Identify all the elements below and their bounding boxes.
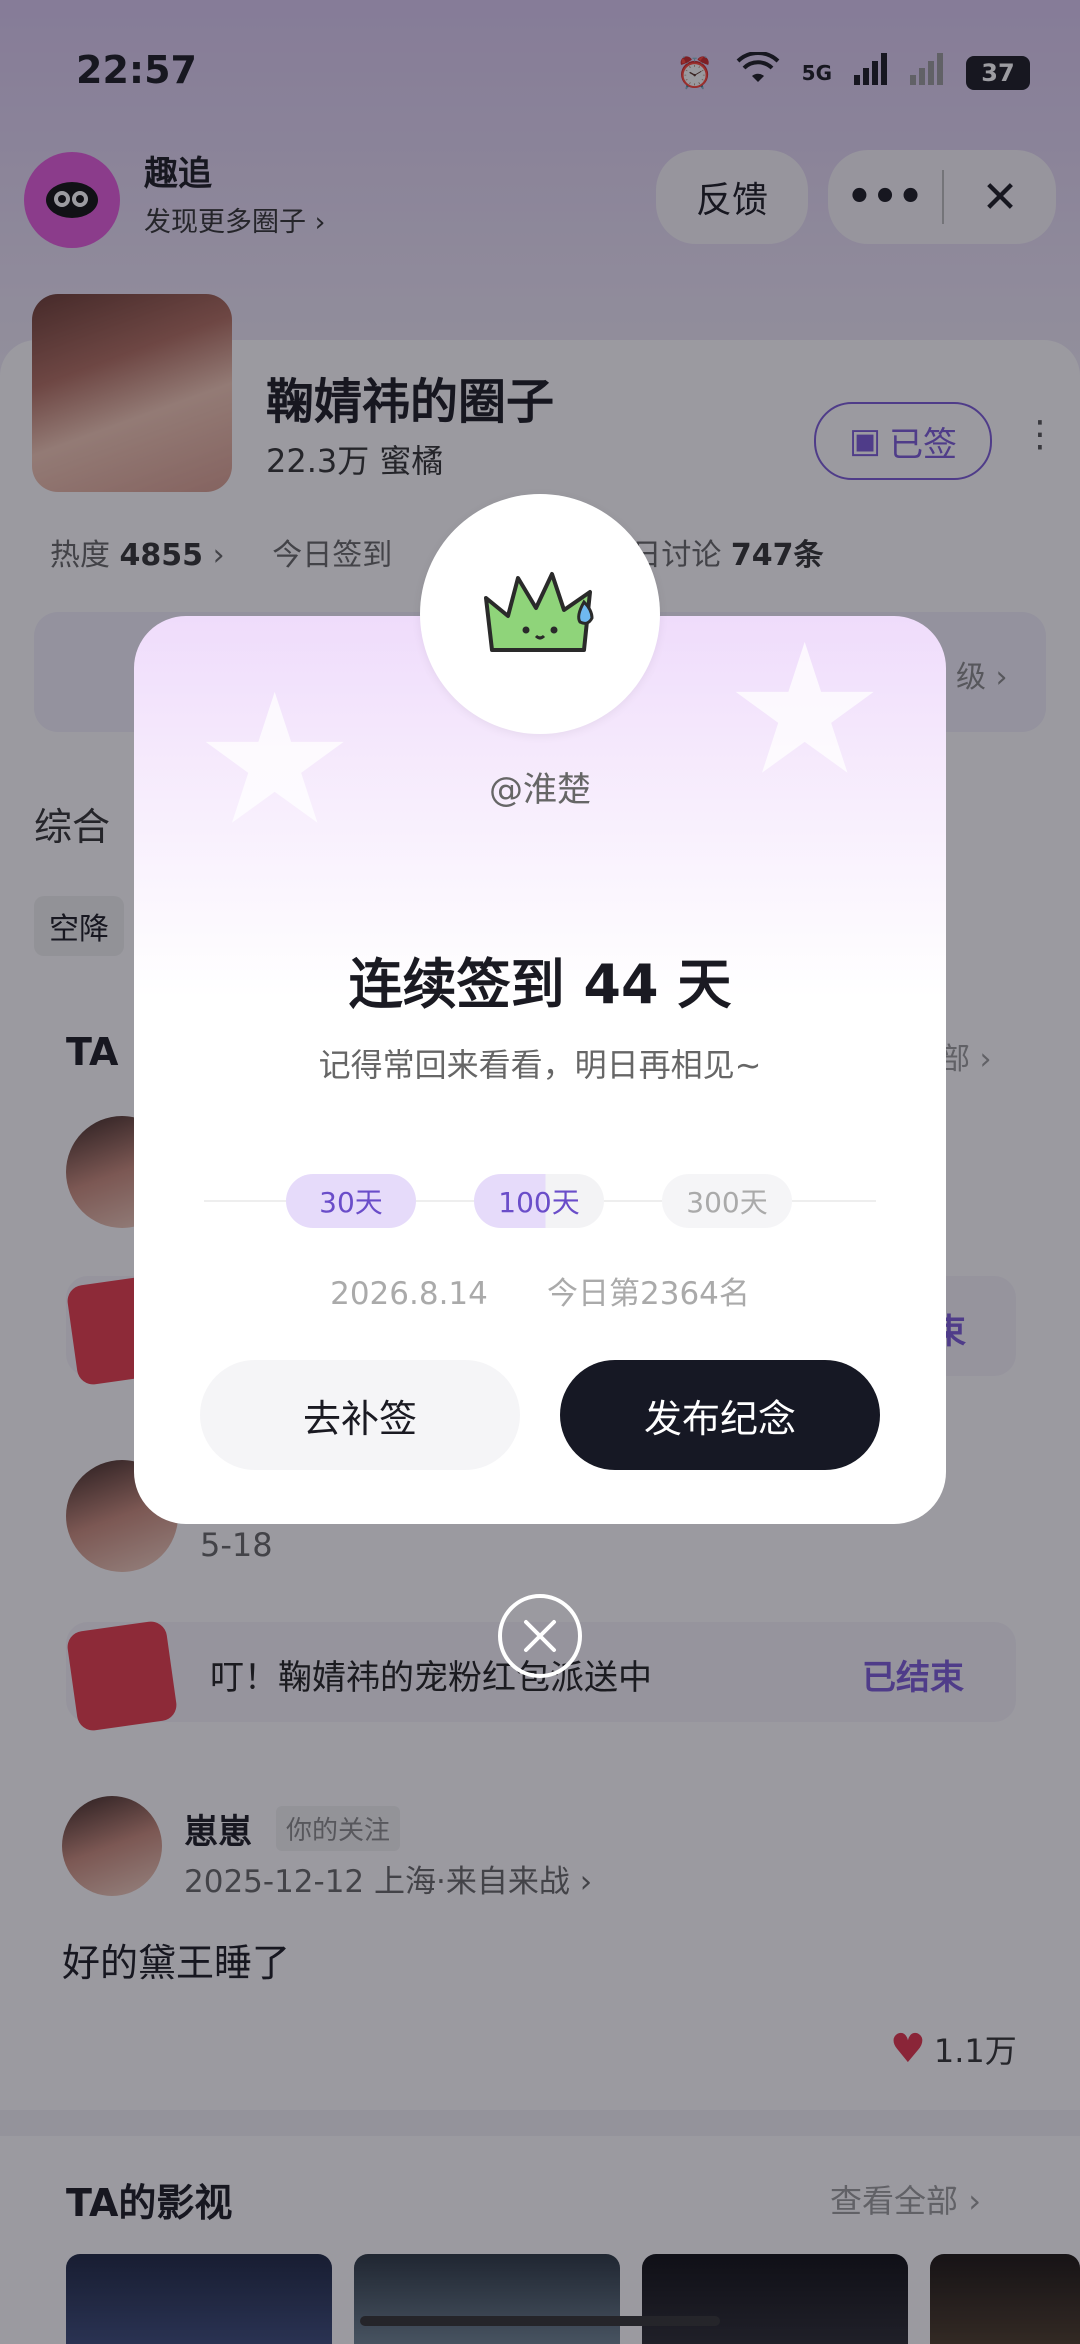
- star-decoration: ★: [194, 656, 356, 865]
- streak-subtitle: 记得常回来看看，明日再相见~: [318, 1046, 762, 1084]
- publish-memorial-button[interactable]: 发布纪念: [560, 1360, 880, 1470]
- milestone-300: 300天: [662, 1174, 792, 1228]
- milestone-30: 30天: [286, 1174, 416, 1228]
- dialog-close-icon[interactable]: [498, 1594, 582, 1678]
- checkin-meta: 2026.8.14 今日第2364名: [0, 1268, 1080, 1313]
- grass-mascot-icon: [484, 572, 594, 652]
- dialog-username: @淮楚: [489, 770, 591, 810]
- makeup-checkin-button[interactable]: 去补签: [200, 1360, 520, 1470]
- milestone-100: 100天: [474, 1174, 604, 1228]
- checkin-date: 2026.8.14: [330, 1276, 488, 1312]
- streak-title: 连续签到 44 天: [348, 953, 732, 1016]
- badge-circle: [420, 494, 660, 734]
- checkin-rank: 今日第2364名: [547, 1276, 750, 1312]
